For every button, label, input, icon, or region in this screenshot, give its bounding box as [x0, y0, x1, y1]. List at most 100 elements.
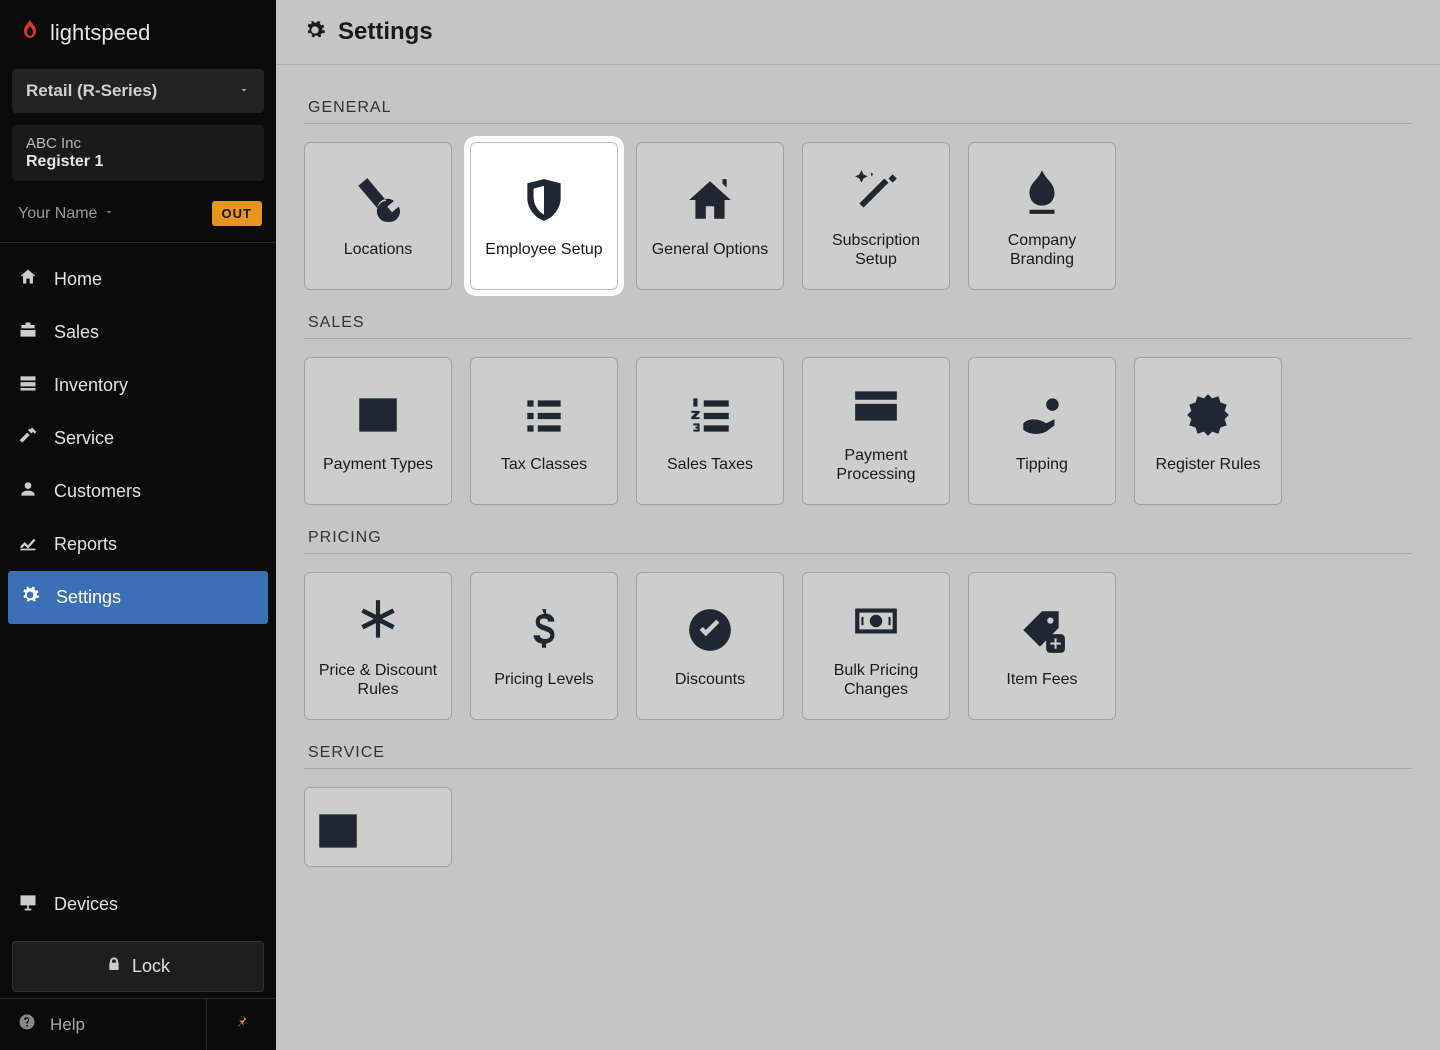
lock-label: Lock	[132, 956, 170, 977]
section-heading-general: GENERAL	[304, 75, 1412, 124]
tile-row-pricing: Price & Discount Rules Pricing Levels Di…	[304, 572, 1412, 720]
section-heading-pricing: PRICING	[304, 505, 1412, 554]
register-name: Register 1	[26, 153, 250, 171]
sidebar-item-sales[interactable]: Sales	[0, 306, 276, 359]
tile-label: Register Rules	[1156, 455, 1261, 474]
tile-company-branding[interactable]: Company Branding	[968, 142, 1116, 290]
sidebar: lightspeed Retail (R-Series) ABC Inc Reg…	[0, 0, 276, 1050]
list-icon	[519, 387, 569, 443]
pin-button[interactable]	[206, 999, 276, 1050]
sidebar-item-label: Settings	[56, 587, 121, 608]
tile-sales-taxes[interactable]: Sales Taxes	[636, 357, 784, 505]
sidebar-item-home[interactable]: Home	[0, 253, 276, 306]
tile-label: Subscription Setup	[811, 231, 941, 269]
sidebar-item-devices[interactable]: Devices	[0, 878, 276, 931]
tipping-icon	[1017, 387, 1067, 443]
sidebar-item-inventory[interactable]: Inventory	[0, 359, 276, 412]
tile-register-rules[interactable]: Register Rules	[1134, 357, 1282, 505]
tile-locations[interactable]: Locations	[304, 142, 452, 290]
home-icon	[18, 267, 38, 292]
tile-payment-types[interactable]: Payment Types	[304, 357, 452, 505]
tile-subscription-setup[interactable]: Subscription Setup	[802, 142, 950, 290]
help-button[interactable]: Help	[0, 999, 206, 1050]
company-register-selector[interactable]: ABC Inc Register 1	[12, 125, 264, 181]
flame-logo-icon	[1017, 163, 1067, 219]
sidebar-item-customers[interactable]: Customers	[0, 465, 276, 518]
tile-tipping[interactable]: Tipping	[968, 357, 1116, 505]
register-icon	[18, 320, 38, 345]
flame-icon	[18, 18, 42, 47]
gear-icon	[304, 19, 326, 46]
list-box-icon	[313, 806, 363, 856]
tile-label: Employee Setup	[485, 240, 602, 259]
list-box-icon	[353, 387, 403, 443]
company-name: ABC Inc	[26, 135, 250, 152]
house-icon	[685, 172, 735, 228]
lock-button[interactable]: Lock	[12, 941, 264, 992]
tile-item-fees[interactable]: Item Fees	[968, 572, 1116, 720]
page-title: Settings	[338, 18, 433, 46]
asterisk-icon	[353, 593, 403, 649]
tile-pricing-levels[interactable]: Pricing Levels	[470, 572, 618, 720]
tile-label: Bulk Pricing Changes	[811, 661, 941, 699]
lock-icon	[106, 956, 122, 977]
user-menu[interactable]: Your Name	[18, 205, 115, 223]
sidebar-bottom: Devices Lock Help	[0, 878, 276, 1050]
tile-general-options[interactable]: General Options	[636, 142, 784, 290]
brand-logo[interactable]: lightspeed	[0, 0, 276, 61]
sidebar-item-service[interactable]: Service	[0, 412, 276, 465]
clock-status-badge[interactable]: OUT	[212, 201, 262, 226]
drawer-icon	[18, 373, 38, 398]
tag-plus-icon	[1017, 602, 1067, 658]
tile-label: Tipping	[1016, 455, 1068, 474]
shield-icon	[519, 172, 569, 228]
sidebar-item-reports[interactable]: Reports	[0, 518, 276, 571]
tile-label: Tax Classes	[501, 455, 587, 474]
help-label: Help	[50, 1015, 85, 1035]
tile-service-item[interactable]	[304, 787, 452, 867]
user-icon	[18, 479, 38, 504]
tile-tax-classes[interactable]: Tax Classes	[470, 357, 618, 505]
chevron-down-icon	[103, 205, 115, 223]
series-selector[interactable]: Retail (R-Series)	[12, 69, 264, 113]
tile-label: Price & Discount Rules	[313, 661, 443, 699]
tile-discounts[interactable]: Discounts	[636, 572, 784, 720]
tile-row-sales: Payment Types Tax Classes Sales Taxes Pa…	[304, 357, 1412, 505]
tile-label: Locations	[344, 240, 413, 259]
tile-label: General Options	[652, 240, 769, 259]
tile-label: Company Branding	[977, 231, 1107, 269]
tile-label: Pricing Levels	[494, 670, 594, 689]
monitor-icon	[18, 892, 38, 917]
tile-label: Payment Processing	[811, 446, 941, 484]
tile-price-discount-rules[interactable]: Price & Discount Rules	[304, 572, 452, 720]
pushpin-icon	[235, 1013, 249, 1036]
sidebar-item-label: Inventory	[54, 375, 128, 396]
tile-row-general: Locations Employee Setup General Options…	[304, 142, 1412, 290]
sidebar-item-settings[interactable]: Settings	[8, 571, 268, 624]
sidebar-item-label: Reports	[54, 534, 117, 555]
hammer-icon	[18, 426, 38, 451]
user-row: Your Name OUT	[0, 191, 276, 242]
question-icon	[18, 1013, 36, 1036]
sidebar-item-label: Sales	[54, 322, 99, 343]
tile-label: Item Fees	[1006, 670, 1077, 689]
nav-list: Home Sales Inventory Service Customers R…	[0, 243, 276, 878]
section-heading-sales: SALES	[304, 290, 1412, 339]
sidebar-item-label: Customers	[54, 481, 141, 502]
tile-label: Sales Taxes	[667, 455, 753, 474]
tile-bulk-pricing-changes[interactable]: Bulk Pricing Changes	[802, 572, 950, 720]
wand-icon	[851, 163, 901, 219]
tile-label: Discounts	[675, 670, 745, 689]
chevron-down-icon	[238, 81, 250, 101]
series-label: Retail (R-Series)	[26, 81, 157, 101]
page-header: Settings	[276, 0, 1440, 65]
settings-content: GENERAL Locations Employee Setup General…	[276, 65, 1440, 907]
money-icon	[851, 593, 901, 649]
seal-icon	[1183, 387, 1233, 443]
help-row: Help	[0, 998, 276, 1050]
tile-employee-setup[interactable]: Employee Setup	[470, 142, 618, 290]
main-content: Settings GENERAL Locations Employee Setu…	[276, 0, 1440, 1050]
sidebar-item-label: Devices	[54, 894, 118, 915]
check-circle-icon	[685, 602, 735, 658]
tile-payment-processing[interactable]: Payment Processing	[802, 357, 950, 505]
